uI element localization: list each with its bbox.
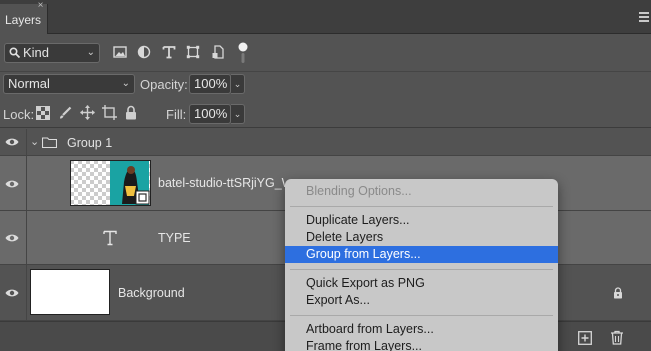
menu-separator bbox=[290, 269, 553, 270]
chevron-down-icon: ⌄ bbox=[121, 78, 130, 89]
lock-all-icon[interactable] bbox=[125, 105, 137, 120]
type-filter-icon[interactable] bbox=[162, 45, 176, 59]
search-icon bbox=[9, 47, 20, 59]
layer-name: TYPE bbox=[158, 231, 191, 245]
adjustment-filter-icon[interactable] bbox=[137, 45, 151, 59]
menu-item-group-from-layers[interactable]: Group from Layers... bbox=[285, 246, 558, 263]
panel-tab-bar: Layers × bbox=[0, 0, 651, 34]
lock-label: Lock: bbox=[3, 107, 35, 122]
close-icon[interactable]: × bbox=[33, 0, 48, 12]
eye-icon[interactable] bbox=[5, 137, 19, 147]
menu-item-blending-options[interactable]: Blending Options... bbox=[285, 183, 558, 200]
lock-artboard-icon[interactable] bbox=[102, 105, 117, 120]
smart-object-filter-icon[interactable] bbox=[211, 45, 225, 59]
tab-layers-label: Layers bbox=[5, 13, 42, 27]
chevron-down-icon: ⌄ bbox=[86, 47, 95, 58]
fill-dropdown-arrow[interactable]: ⌄ bbox=[231, 104, 245, 124]
filter-kind-select[interactable]: Kind ⌄ bbox=[4, 43, 100, 63]
image-filter-icon[interactable] bbox=[113, 45, 127, 59]
lock-icon bbox=[614, 287, 622, 299]
layer-thumbnail bbox=[70, 160, 151, 206]
trash-icon[interactable] bbox=[610, 330, 624, 345]
menu-item-artboard-from-layers[interactable]: Artboard from Layers... bbox=[285, 321, 558, 338]
opacity-dropdown-arrow[interactable]: ⌄ bbox=[231, 74, 245, 94]
lock-position-icon[interactable] bbox=[80, 105, 95, 120]
layer-thumbnail bbox=[30, 269, 110, 315]
layer-name: Background bbox=[118, 286, 185, 300]
folder-icon bbox=[42, 137, 57, 148]
new-layer-icon[interactable] bbox=[578, 331, 592, 345]
menu-item-delete-layers[interactable]: Delete Layers bbox=[285, 229, 558, 246]
lock-row: Lock: Fill: 100% ⌄ bbox=[0, 102, 651, 128]
filter-row: Kind ⌄ bbox=[0, 34, 651, 72]
blend-mode-value: Normal bbox=[8, 76, 50, 91]
menu-item-export-as[interactable]: Export As... bbox=[285, 292, 558, 309]
blend-row: Normal ⌄ Opacity: 100% ⌄ bbox=[0, 72, 651, 102]
menu-separator bbox=[290, 206, 553, 207]
menu-item-duplicate-layers[interactable]: Duplicate Layers... bbox=[285, 212, 558, 229]
opacity-field[interactable]: 100% bbox=[189, 74, 231, 94]
layer-name: batel-studio-ttSRjiYG_Wk-unsplash bbox=[158, 176, 285, 190]
chevron-down-icon[interactable]: ⌄ bbox=[30, 135, 39, 148]
shape-filter-icon[interactable] bbox=[186, 45, 200, 59]
fill-field[interactable]: 100% bbox=[189, 104, 231, 124]
menu-item-frame-from-layers[interactable]: Frame from Layers... bbox=[285, 338, 558, 351]
type-layer-icon bbox=[103, 230, 117, 246]
eye-icon[interactable] bbox=[5, 288, 19, 298]
layer-row-group-1[interactable]: ⌄ Group 1 bbox=[0, 129, 651, 156]
eye-icon[interactable] bbox=[5, 179, 19, 189]
menu-item-quick-export-png[interactable]: Quick Export as PNG bbox=[285, 275, 558, 292]
filter-kind-label: Kind bbox=[23, 45, 50, 60]
menu-separator bbox=[290, 315, 553, 316]
panel-menu-icon[interactable] bbox=[639, 12, 649, 22]
lock-image-pixels-icon[interactable] bbox=[58, 106, 72, 120]
opacity-label: Opacity: bbox=[140, 77, 188, 92]
eye-icon[interactable] bbox=[5, 233, 19, 243]
layer-name: Group 1 bbox=[67, 136, 113, 150]
fill-label: Fill: bbox=[166, 107, 187, 122]
blend-mode-select[interactable]: Normal ⌄ bbox=[3, 74, 135, 94]
context-menu: Blending Options... Duplicate Layers... … bbox=[285, 179, 558, 351]
lock-transparent-pixels-icon[interactable] bbox=[36, 106, 50, 120]
filter-toggle-icon[interactable] bbox=[238, 42, 248, 64]
